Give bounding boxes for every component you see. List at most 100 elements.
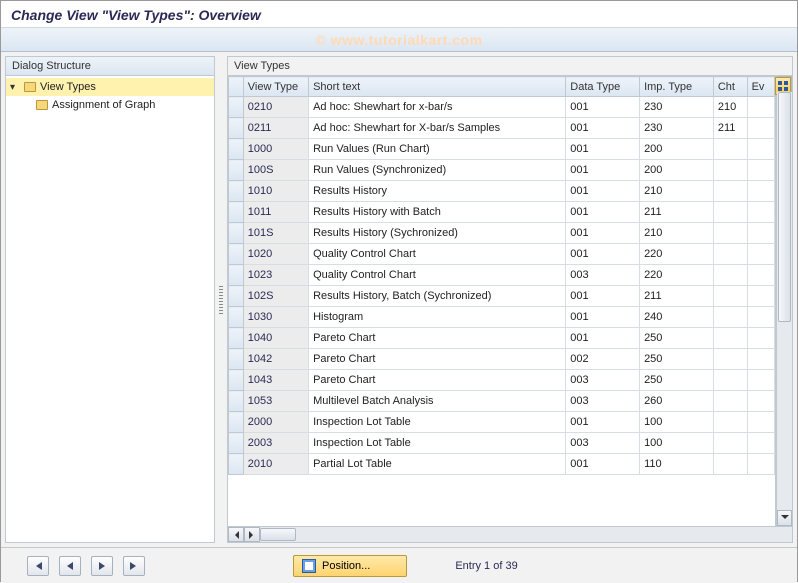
- table-row[interactable]: 1011Results History with Batch001211: [229, 202, 775, 223]
- cell-imp-type[interactable]: 110: [640, 454, 714, 475]
- cell-imp-type[interactable]: 200: [640, 139, 714, 160]
- cell-cht[interactable]: [713, 139, 747, 160]
- position-button[interactable]: Position...: [293, 555, 407, 577]
- row-selector[interactable]: [229, 433, 244, 454]
- cell-cht[interactable]: 211: [713, 118, 747, 139]
- cell-data-type[interactable]: 001: [566, 454, 640, 475]
- h-scroll-track[interactable]: [260, 527, 776, 542]
- first-page-button[interactable]: [27, 556, 49, 576]
- tree-node-view-types[interactable]: ▾ View Types: [6, 78, 214, 96]
- cell-data-type[interactable]: 001: [566, 202, 640, 223]
- cell-short-text[interactable]: Results History, Batch (Sychronized): [309, 286, 566, 307]
- row-selector[interactable]: [229, 97, 244, 118]
- table-row[interactable]: 1023Quality Control Chart003220: [229, 265, 775, 286]
- cell-ev[interactable]: [747, 265, 774, 286]
- cell-short-text[interactable]: Results History: [309, 181, 566, 202]
- cell-cht[interactable]: [713, 349, 747, 370]
- table-row[interactable]: 1042Pareto Chart002250: [229, 349, 775, 370]
- cell-imp-type[interactable]: 220: [640, 265, 714, 286]
- cell-data-type[interactable]: 001: [566, 244, 640, 265]
- table-row[interactable]: 100SRun Values (Synchronized)001200: [229, 160, 775, 181]
- cell-ev[interactable]: [747, 97, 774, 118]
- table-row[interactable]: 1053Multilevel Batch Analysis003260: [229, 391, 775, 412]
- row-selector[interactable]: [229, 286, 244, 307]
- cell-cht[interactable]: 210: [713, 97, 747, 118]
- cell-short-text[interactable]: Run Values (Synchronized): [309, 160, 566, 181]
- cell-imp-type[interactable]: 220: [640, 244, 714, 265]
- cell-short-text[interactable]: Histogram: [309, 307, 566, 328]
- cell-imp-type[interactable]: 250: [640, 328, 714, 349]
- cell-data-type[interactable]: 001: [566, 328, 640, 349]
- cell-data-type[interactable]: 001: [566, 307, 640, 328]
- next-page-button[interactable]: [91, 556, 113, 576]
- cell-data-type[interactable]: 001: [566, 118, 640, 139]
- table-row[interactable]: 2010Partial Lot Table001110: [229, 454, 775, 475]
- cell-data-type[interactable]: 001: [566, 139, 640, 160]
- cell-cht[interactable]: [713, 244, 747, 265]
- table-row[interactable]: 2000Inspection Lot Table001100: [229, 412, 775, 433]
- cell-view-type[interactable]: 0211: [243, 118, 308, 139]
- cell-view-type[interactable]: 1023: [243, 265, 308, 286]
- cell-short-text[interactable]: Inspection Lot Table: [309, 433, 566, 454]
- cell-short-text[interactable]: Inspection Lot Table: [309, 412, 566, 433]
- last-page-button[interactable]: [123, 556, 145, 576]
- tree-node-assignment-of-graph[interactable]: Assignment of Graph: [6, 96, 214, 114]
- cell-view-type[interactable]: 1020: [243, 244, 308, 265]
- row-selector[interactable]: [229, 265, 244, 286]
- scroll-down-button[interactable]: [777, 510, 792, 526]
- table-row[interactable]: 1010Results History001210: [229, 181, 775, 202]
- cell-short-text[interactable]: Ad hoc: Shewhart for X-bar/s Samples: [309, 118, 566, 139]
- cell-ev[interactable]: [747, 391, 774, 412]
- cell-cht[interactable]: [713, 160, 747, 181]
- cell-cht[interactable]: [713, 202, 747, 223]
- cell-data-type[interactable]: 001: [566, 97, 640, 118]
- table-row[interactable]: 1030Histogram001240: [229, 307, 775, 328]
- row-selector[interactable]: [229, 349, 244, 370]
- tree-collapse-icon[interactable]: ▾: [10, 82, 20, 93]
- col-header-short-text[interactable]: Short text: [309, 77, 566, 97]
- row-selector[interactable]: [229, 244, 244, 265]
- row-selector[interactable]: [229, 370, 244, 391]
- cell-cht[interactable]: [713, 223, 747, 244]
- h-scroll-thumb[interactable]: [260, 528, 296, 541]
- cell-cht[interactable]: [713, 370, 747, 391]
- scroll-left-button[interactable]: [228, 527, 244, 542]
- cell-view-type[interactable]: 1010: [243, 181, 308, 202]
- col-header-ev[interactable]: Ev: [747, 77, 774, 97]
- cell-imp-type[interactable]: 211: [640, 202, 714, 223]
- cell-data-type[interactable]: 002: [566, 349, 640, 370]
- cell-ev[interactable]: [747, 307, 774, 328]
- cell-ev[interactable]: [747, 202, 774, 223]
- cell-data-type[interactable]: 001: [566, 223, 640, 244]
- scroll-right-button[interactable]: [244, 527, 260, 542]
- cell-view-type[interactable]: 2000: [243, 412, 308, 433]
- cell-view-type[interactable]: 101S: [243, 223, 308, 244]
- cell-data-type[interactable]: 003: [566, 433, 640, 454]
- table-row[interactable]: 1020Quality Control Chart001220: [229, 244, 775, 265]
- cell-ev[interactable]: [747, 223, 774, 244]
- cell-ev[interactable]: [747, 349, 774, 370]
- row-selector[interactable]: [229, 160, 244, 181]
- cell-data-type[interactable]: 003: [566, 391, 640, 412]
- cell-short-text[interactable]: Results History (Sychronized): [309, 223, 566, 244]
- cell-cht[interactable]: [713, 307, 747, 328]
- cell-imp-type[interactable]: 230: [640, 97, 714, 118]
- cell-ev[interactable]: [747, 160, 774, 181]
- cell-view-type[interactable]: 102S: [243, 286, 308, 307]
- cell-short-text[interactable]: Run Values (Run Chart): [309, 139, 566, 160]
- cell-cht[interactable]: [713, 433, 747, 454]
- cell-ev[interactable]: [747, 370, 774, 391]
- cell-view-type[interactable]: 2003: [243, 433, 308, 454]
- table-row[interactable]: 102SResults History, Batch (Sychronized)…: [229, 286, 775, 307]
- row-selector[interactable]: [229, 412, 244, 433]
- cell-imp-type[interactable]: 240: [640, 307, 714, 328]
- cell-view-type[interactable]: 1000: [243, 139, 308, 160]
- cell-ev[interactable]: [747, 433, 774, 454]
- row-selector[interactable]: [229, 454, 244, 475]
- row-selector[interactable]: [229, 139, 244, 160]
- row-selector-header[interactable]: [229, 77, 244, 97]
- vertical-scrollbar[interactable]: [776, 76, 792, 526]
- table-row[interactable]: 101SResults History (Sychronized)001210: [229, 223, 775, 244]
- row-selector[interactable]: [229, 202, 244, 223]
- cell-cht[interactable]: [713, 265, 747, 286]
